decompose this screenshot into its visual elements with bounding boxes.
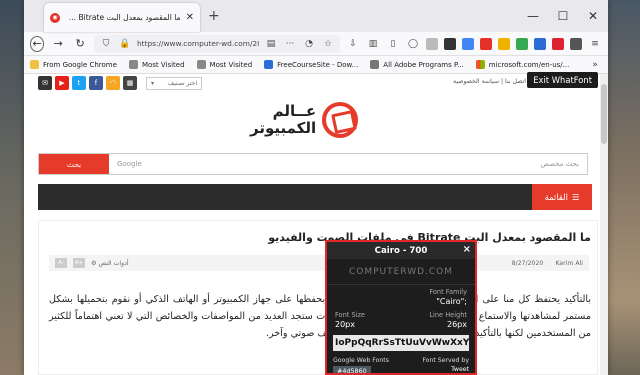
site-search: بحث Google بحث مخصص	[38, 153, 588, 175]
text-settings[interactable]: ⚙ أدوات النص	[91, 260, 129, 267]
logo-text: عــالم الكمبيوتر	[250, 102, 317, 137]
scroll-thumb[interactable]	[601, 84, 607, 144]
library-icon[interactable]: ▥	[366, 37, 380, 51]
tab-title: ما المقصود بمعدل البت Bitrate ...	[68, 13, 181, 22]
bookmark-item[interactable]: Most Visited	[196, 60, 252, 69]
font-increase-button[interactable]: A+	[73, 258, 85, 268]
extension-yellow-icon[interactable]	[498, 37, 510, 50]
whatfont-size-value-row: 20px 26px	[335, 320, 467, 329]
folder-icon	[30, 60, 39, 69]
bookmark-item[interactable]: Most Visited	[128, 60, 185, 69]
search-placeholder: بحث مخصص	[540, 160, 579, 168]
twitter-icon[interactable]: t	[72, 76, 86, 90]
color-swatch: #4d5860	[333, 366, 371, 373]
url-text[interactable]: https://www.computer-wd.com/2020/...	[137, 39, 259, 48]
forward-icon[interactable]: →	[50, 35, 66, 53]
account-icon[interactable]: ◯	[406, 37, 420, 51]
reload-icon[interactable]: ↻	[72, 35, 88, 53]
grid-icon[interactable]: ▦	[123, 76, 137, 90]
back-icon[interactable]: ←	[30, 35, 45, 52]
logo-mark-icon	[322, 102, 359, 138]
extension-badge-icon[interactable]	[480, 37, 492, 50]
pocket-icon[interactable]: ◔	[302, 37, 316, 51]
article-meta: A- A+ ⚙ أدوات النص Karim Ali 8/27/2020	[49, 255, 589, 271]
whatfont-size-label-row: Font Size Line Height	[335, 311, 467, 319]
facebook-icon[interactable]: f	[89, 76, 103, 90]
shield-icon[interactable]: ⛉	[99, 37, 113, 51]
tweet-link[interactable]: Tweet	[451, 366, 469, 373]
category-select[interactable]: اختر تصنيف ▾	[146, 76, 202, 90]
minimize-icon[interactable]: —	[518, 0, 548, 32]
desktop-background-left	[0, 0, 24, 375]
article-author[interactable]: Karim Ali	[555, 260, 583, 267]
gear-icon	[196, 60, 206, 69]
extension-whatfont-icon[interactable]	[570, 37, 582, 50]
site-favicon-icon: ◉	[50, 12, 60, 23]
article-card: ما المقصود بمعدل البت Bitrate في ملفات ا…	[38, 220, 598, 375]
bookmark-star-icon[interactable]: ☆	[321, 37, 335, 51]
tab-strip: ◉ ما المقصود بمعدل البت Bitrate ... ✕ + …	[24, 0, 608, 32]
search-input[interactable]: Google بحث مخصص	[109, 154, 587, 174]
site-icon	[264, 60, 274, 69]
meta-right: Karim Ali 8/27/2020	[512, 260, 583, 267]
maximize-icon[interactable]: ☐	[548, 0, 578, 32]
whatfont-family-label-row: Font Family	[429, 288, 467, 296]
more-actions-icon[interactable]: ···	[283, 37, 297, 51]
article-body: بالتأكيد يحتفظ كل منا على الأقل ببعض مقا…	[49, 294, 591, 339]
tab-close-icon[interactable]: ✕	[186, 12, 194, 23]
whatfont-header: Cairo - 700 ×	[327, 242, 475, 259]
extension-translate-icon[interactable]	[462, 37, 474, 50]
extension-blue-icon[interactable]	[534, 37, 546, 50]
bookmark-item[interactable]: microsoft.com/en-us/...	[475, 60, 569, 69]
new-tab-icon[interactable]: +	[208, 8, 220, 24]
bookmark-item[interactable]: All Adobe Programs P...	[370, 60, 464, 69]
whatfont-color-row: #4d5860 Tweet	[327, 366, 475, 373]
top-links[interactable]: اتصل بنا | سياسة الخصوصية	[453, 78, 526, 85]
reader-view-icon[interactable]: ▤	[264, 37, 278, 51]
sidebar-icon[interactable]: ▯	[386, 37, 400, 51]
menu-hamburger-icon[interactable]: ≡	[588, 37, 602, 51]
extension-green-icon[interactable]	[516, 37, 528, 50]
gear-icon: ⚙	[91, 259, 97, 267]
site-logo[interactable]: عــالم الكمبيوتر	[250, 96, 390, 144]
navigation-bar: ← → ↻ ⛉ 🔒 https://www.computer-wd.com/20…	[24, 32, 608, 56]
browser-window: ◉ ما المقصود بمعدل البت Bitrate ... ✕ + …	[24, 0, 608, 375]
close-window-icon[interactable]: ✕	[578, 0, 608, 32]
bookmark-item[interactable]: FreeCourseSite - Dow...	[264, 60, 358, 69]
bookmark-item[interactable]: From Google Chrome	[30, 60, 117, 69]
email-icon[interactable]: ✉	[38, 76, 52, 90]
address-bar[interactable]: ⛉ 🔒 https://www.computer-wd.com/2020/...…	[94, 34, 340, 53]
whatfont-sample: COMPUTERWD.COM	[327, 259, 475, 285]
whatfont-close-icon[interactable]: ×	[463, 244, 471, 255]
menu-button[interactable]: ☰ القائمة	[532, 184, 592, 210]
page-scrollbar[interactable]	[600, 74, 608, 375]
whatfont-served-row: Google Web Fonts Font Served by	[333, 357, 469, 364]
search-brand: Google	[117, 160, 142, 168]
globe-icon	[370, 60, 380, 69]
extension-screenshot-icon[interactable]	[426, 37, 438, 50]
desktop-background-right	[608, 0, 640, 375]
lock-icon[interactable]: 🔒	[118, 37, 132, 51]
active-tab[interactable]: ◉ ما المقصود بمعدل البت Bitrate ... ✕	[44, 3, 200, 32]
article-date: 8/27/2020	[511, 259, 544, 267]
youtube-icon[interactable]: ▶	[55, 76, 69, 90]
menu-icon: ☰	[571, 192, 580, 202]
whatfont-glyphs: IoPpQqRrSsTtUuVvWwXxYyZz	[333, 335, 469, 351]
extension-dark-icon[interactable]	[444, 37, 456, 50]
bookmarks-toolbar: From Google Chrome Most Visited Most Vis…	[24, 56, 608, 74]
search-button[interactable]: بحث	[39, 154, 109, 174]
download-icon[interactable]: ⇩	[346, 37, 360, 51]
chevron-down-icon: ▾	[151, 79, 155, 87]
main-menu-bar: ☰ القائمة	[38, 184, 592, 210]
more-bookmarks-icon[interactable]: »	[588, 58, 602, 72]
microsoft-icon	[475, 60, 485, 69]
extension-red-icon[interactable]	[552, 37, 564, 50]
whatfont-panel: Cairo - 700 × COMPUTERWD.COM Font Family…	[325, 240, 477, 375]
gear-icon	[128, 60, 138, 69]
rss-icon[interactable]: ◠	[106, 76, 120, 90]
web-page: ✉ ▶ t f ◠ ▦ اختر تصنيف ▾ اتصل بنا | سياسة…	[24, 72, 608, 375]
font-decrease-button[interactable]: A-	[55, 258, 67, 268]
exit-whatfont-button[interactable]: Exit WhatFont	[527, 72, 598, 88]
whatfont-family-value-row: "Cairo";	[436, 297, 467, 306]
